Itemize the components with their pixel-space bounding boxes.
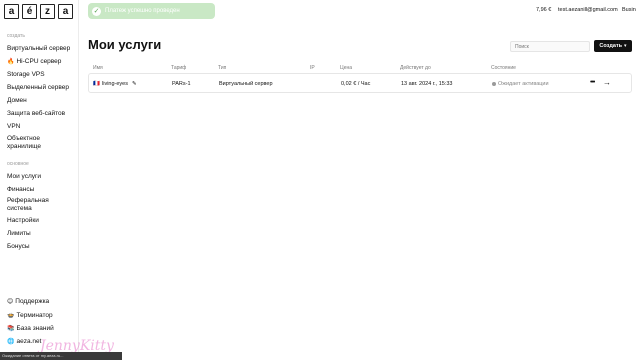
edit-pencil-icon[interactable]: ✎ bbox=[132, 81, 137, 87]
service-until: 13 авг. 2024 г., 15:33 bbox=[401, 81, 453, 87]
account-email[interactable]: test.aezanill@gmail.com bbox=[558, 7, 618, 13]
sidebar: a é z a создать Виртуальный сервер 🔥 Hi-C… bbox=[0, 0, 79, 360]
payment-success-toast[interactable]: ✓ Платеж успешно проведен bbox=[88, 3, 215, 19]
sidebar-item-label: База знаний bbox=[16, 325, 54, 332]
logo-letter: é bbox=[22, 4, 37, 19]
service-price: 0,02 € / Час bbox=[341, 81, 371, 87]
sidebar-item-label: VPN bbox=[7, 123, 21, 130]
sidebar-item-label: Storage VPS bbox=[7, 71, 45, 78]
column-header-status[interactable]: Состояние bbox=[491, 65, 516, 71]
check-icon: ✓ bbox=[92, 6, 101, 16]
service-status: Ожидает активации bbox=[492, 81, 549, 87]
sidebar-item-settings[interactable]: Настройки bbox=[7, 217, 39, 224]
chevron-down-icon: ▾ bbox=[624, 43, 627, 49]
sidebar-item-limits[interactable]: Лимиты bbox=[7, 230, 31, 237]
sidebar-item-label: Выделенный сервер bbox=[7, 84, 69, 91]
sidebar-item-support[interactable]: 😊 Поддержка bbox=[7, 298, 49, 305]
section-label-general: основное bbox=[7, 161, 29, 167]
column-header-ip[interactable]: IP bbox=[310, 65, 315, 71]
table-row[interactable]: 🇫🇷 living-eyes ✎ PARs-1 Виртуальный серв… bbox=[88, 73, 632, 93]
flag-icon: 🇫🇷 bbox=[93, 81, 100, 87]
column-header-tariff[interactable]: Тариф bbox=[171, 65, 186, 71]
fire-icon: 🔥 bbox=[7, 59, 15, 65]
bowl-icon: 🍲 bbox=[7, 313, 15, 319]
sidebar-item-my-services[interactable]: Мои услуги bbox=[7, 173, 41, 180]
sidebar-item-label: Мои услуги bbox=[7, 173, 42, 180]
sidebar-item-label: Лимиты bbox=[7, 230, 31, 237]
logo[interactable]: a é z a bbox=[4, 4, 73, 19]
sidebar-item-vpn[interactable]: VPN bbox=[7, 123, 20, 130]
sidebar-item-label: Виртуальный сервер bbox=[7, 45, 71, 52]
create-button-label: Создать bbox=[599, 43, 623, 49]
sidebar-item-label: Объектное хранилище bbox=[7, 135, 42, 150]
browser-status-bar: Ожидание ответа от my.aeza.ru... bbox=[0, 352, 122, 360]
sidebar-item-label: Терминатор bbox=[16, 312, 53, 319]
books-icon: 📚 bbox=[7, 326, 15, 332]
sidebar-item-label: aeza.net bbox=[16, 338, 42, 345]
column-header-price[interactable]: Цена bbox=[340, 65, 352, 71]
sidebar-item-finance[interactable]: Финансы bbox=[7, 186, 34, 193]
column-header-name[interactable]: Имя bbox=[93, 65, 103, 71]
sidebar-item-terminator[interactable]: 🍲 Терминатор bbox=[7, 312, 53, 319]
app-root: a é z a создать Виртуальный сервер 🔥 Hi-C… bbox=[0, 0, 640, 360]
sidebar-item-label: Финансы bbox=[7, 186, 35, 193]
sidebar-item-hi-cpu[interactable]: 🔥 Hi-CPU сервер bbox=[7, 58, 61, 65]
balance[interactable]: 7,96 € bbox=[536, 7, 551, 13]
service-type: Виртуальный сервер bbox=[219, 81, 273, 87]
sidebar-item-referral[interactable]: Реферальная система bbox=[7, 197, 73, 213]
logo-letter: a bbox=[58, 4, 73, 19]
page-title: Мои услуги bbox=[88, 37, 162, 52]
sidebar-item-virtual-server[interactable]: Виртуальный сервер bbox=[7, 45, 70, 52]
sidebar-item-web-protection[interactable]: Защита веб-сайтов bbox=[7, 110, 65, 117]
section-label-create: создать bbox=[7, 33, 25, 39]
search-input[interactable] bbox=[510, 41, 590, 52]
sidebar-item-label: Бонусы bbox=[7, 243, 30, 250]
toast-text: Платеж успешно проведен bbox=[105, 8, 180, 14]
sidebar-item-label: Настройки bbox=[7, 217, 39, 224]
sidebar-item-label: Защита веб-сайтов bbox=[7, 110, 66, 117]
sidebar-item-dedicated[interactable]: Выделенный сервер bbox=[7, 84, 69, 91]
service-name: living-eyes bbox=[102, 81, 128, 87]
sidebar-item-bonuses[interactable]: Бонусы bbox=[7, 243, 30, 250]
business-link[interactable]: Busin bbox=[622, 7, 636, 13]
globe-icon: 🌐 bbox=[7, 339, 15, 345]
create-button[interactable]: Создать ▾ bbox=[594, 40, 632, 52]
sidebar-item-knowledge-base[interactable]: 📚 База знаний bbox=[7, 325, 54, 332]
sidebar-item-label: Домен bbox=[7, 97, 27, 104]
sidebar-item-label: Hi-CPU сервер bbox=[16, 58, 62, 65]
status-text: Ожидает активации bbox=[498, 81, 549, 87]
sidebar-item-aeza-net[interactable]: 🌐 aeza.net bbox=[7, 338, 41, 345]
logo-letter: a bbox=[4, 4, 19, 19]
sidebar-item-domain[interactable]: Домен bbox=[7, 97, 27, 104]
sidebar-item-label: Реферальная система bbox=[7, 197, 49, 212]
sidebar-item-storage-vps[interactable]: Storage VPS bbox=[7, 71, 45, 78]
column-header-until[interactable]: Действует до bbox=[400, 65, 431, 71]
more-options-icon[interactable]: ••• bbox=[590, 79, 595, 86]
sidebar-item-object-storage[interactable]: Объектное хранилище bbox=[7, 135, 73, 151]
smile-icon: 😊 bbox=[7, 299, 14, 305]
column-header-type[interactable]: Тип bbox=[218, 65, 226, 71]
logo-letter: z bbox=[40, 4, 55, 19]
services-table-header: Имя Тариф Тип IP Цена Действует до Состо… bbox=[88, 63, 632, 73]
service-tariff: PARs-1 bbox=[172, 81, 191, 87]
status-dot bbox=[492, 81, 496, 86]
arrow-right-icon[interactable]: → bbox=[603, 78, 611, 87]
sidebar-item-label: Поддержка bbox=[15, 298, 50, 305]
